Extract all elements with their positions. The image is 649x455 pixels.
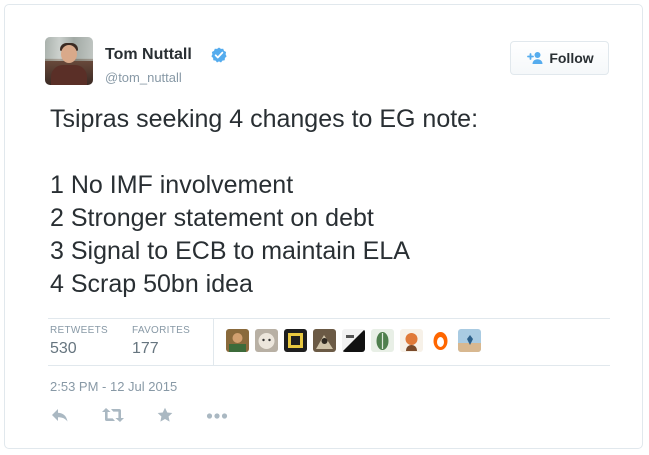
favoriter-avatar[interactable] xyxy=(284,329,307,352)
favoriter-avatar[interactable] xyxy=(313,329,336,352)
tweet-text-line: Tsipras seeking 4 changes to EG note: xyxy=(50,105,479,133)
tweet-card: Tom Nuttall @tom_nuttall Follow Tsipras … xyxy=(4,4,643,449)
retweets-count: 530 xyxy=(50,340,77,357)
follow-button[interactable]: Follow xyxy=(510,41,609,75)
retweet-icon[interactable] xyxy=(101,407,125,423)
tweet-text-line: 1 No IMF involvement xyxy=(50,171,294,199)
favoriter-avatar[interactable] xyxy=(226,329,249,352)
stats-divider xyxy=(213,319,214,365)
favorite-icon[interactable] xyxy=(156,407,174,423)
retweets-stat[interactable]: RETWEETS 530 xyxy=(50,325,108,358)
tweet-text-line: 3 Signal to ECB to maintain ELA xyxy=(50,237,410,265)
author-name[interactable]: Tom Nuttall xyxy=(105,46,192,64)
favoriter-avatar[interactable] xyxy=(371,329,394,352)
author-handle[interactable]: @tom_nuttall xyxy=(105,70,182,85)
retweets-label: RETWEETS xyxy=(50,325,108,336)
tweet-text-line: 2 Stronger statement on debt xyxy=(50,204,374,232)
tweet-text-line xyxy=(50,136,620,169)
favorites-stat[interactable]: FAVORITES 177 xyxy=(132,325,190,358)
favoriter-avatar[interactable] xyxy=(342,329,365,352)
favoriter-avatar[interactable] xyxy=(458,329,481,352)
favoriter-avatar[interactable] xyxy=(255,329,278,352)
favoriter-avatar[interactable] xyxy=(400,329,423,352)
author-avatar[interactable] xyxy=(45,37,93,85)
tweet-stats: RETWEETS 530 FAVORITES 177 xyxy=(48,318,610,366)
favorites-count: 177 xyxy=(132,340,159,357)
verified-badge-icon xyxy=(211,47,227,63)
tweet-text-line: 4 Scrap 50bn idea xyxy=(50,270,253,298)
favoriter-avatar[interactable] xyxy=(429,329,452,352)
reply-icon[interactable] xyxy=(50,407,70,423)
favorites-label: FAVORITES xyxy=(132,325,191,336)
follow-button-label: Follow xyxy=(549,50,594,66)
follow-user-icon xyxy=(527,52,543,64)
tweet-text: Tsipras seeking 4 changes to EG note: 1 … xyxy=(50,103,620,301)
favoriter-avatars xyxy=(226,329,481,352)
tweet-timestamp[interactable]: 2:53 PM - 12 Jul 2015 xyxy=(50,379,177,394)
more-icon[interactable] xyxy=(206,407,228,423)
